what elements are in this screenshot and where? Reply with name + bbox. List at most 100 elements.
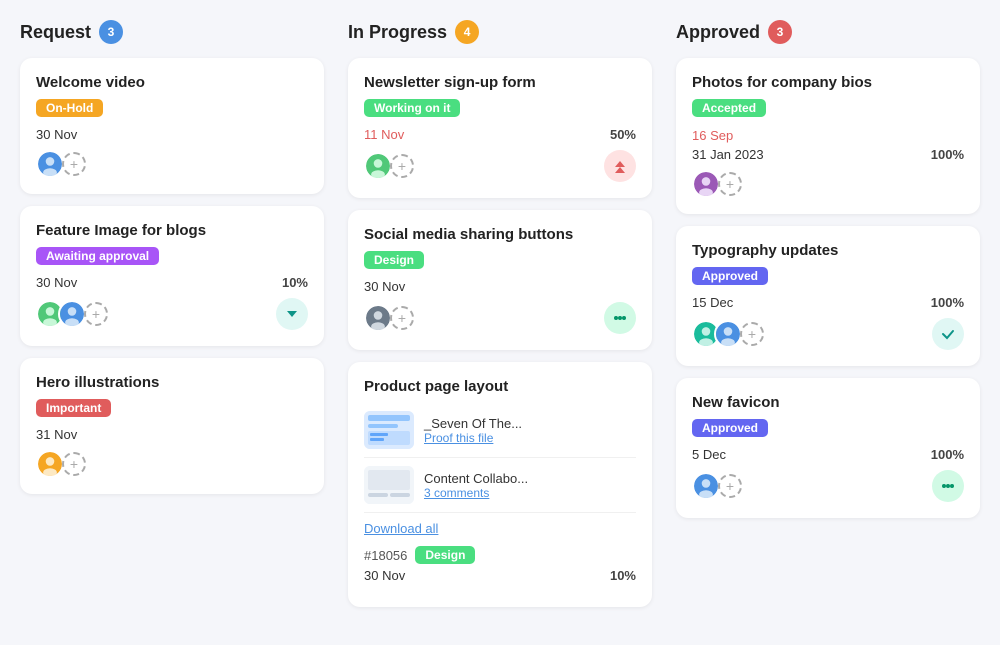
add-avatar-button[interactable]: + <box>62 152 86 176</box>
card-date: 15 Dec <box>692 295 733 310</box>
card-title: Typography updates <box>692 242 964 259</box>
avatars-row: + <box>692 170 964 198</box>
avatars-group: + <box>692 170 742 198</box>
card-date: 30 Nov <box>364 279 405 294</box>
column-header: In Progress 4 <box>348 20 652 44</box>
column-in-progress: In Progress 4 Newsletter sign-up formWor… <box>348 20 652 619</box>
card-hero-illustrations: Hero illustrations Important 31 Nov + <box>20 358 324 494</box>
card-tag: Awaiting approval <box>36 247 159 265</box>
card-title: Newsletter sign-up form <box>364 74 636 91</box>
card-new-favicon: New favicon Approved 5 Dec 100% + <box>676 378 980 518</box>
ticket-tag: Design <box>415 546 475 564</box>
avatars-group: + <box>36 300 108 328</box>
file-thumb <box>364 411 414 449</box>
file-name: Content Collabo... <box>424 471 528 486</box>
add-avatar-button[interactable]: + <box>718 172 742 196</box>
card-typography: Typography updates Approved 15 Dec 100% + <box>676 226 980 366</box>
avatars-row: + <box>364 302 636 334</box>
download-all-link[interactable]: Download all <box>364 521 438 536</box>
avatars-row: + <box>36 150 308 178</box>
date-row: 30 Nov <box>364 279 636 294</box>
avatars-row: + <box>36 450 308 478</box>
card-percent: 100% <box>931 147 964 162</box>
date-row: 11 Nov 50% <box>364 127 636 142</box>
card-title: New favicon <box>692 394 964 411</box>
file-row: _Seven Of The... Proof this file <box>364 403 636 458</box>
kanban-board: Request 3 Welcome videoOn-Hold 30 Nov + … <box>20 20 980 619</box>
avatars-row: + <box>36 298 308 330</box>
card-date: 31 Nov <box>36 427 77 442</box>
card-title: Feature Image for blogs <box>36 222 308 239</box>
card-newsletter-form: Newsletter sign-up formWorking on it 11 … <box>348 58 652 198</box>
card-social-media: Social media sharing buttons Design 30 No… <box>348 210 652 350</box>
column-title: Approved <box>676 22 760 43</box>
ticket-number: #18056 <box>364 548 407 563</box>
card-title: Welcome video <box>36 74 308 91</box>
add-avatar-button[interactable]: + <box>740 322 764 346</box>
card-date: 30 Nov <box>36 127 77 142</box>
add-avatar-button[interactable]: + <box>718 474 742 498</box>
card-date-red: 16 Sep <box>692 128 733 143</box>
avatar <box>364 304 392 332</box>
avatar <box>714 320 742 348</box>
date-row: 15 Dec 100% <box>692 295 964 310</box>
file-thumb <box>364 466 414 504</box>
card-percent: 50% <box>610 127 636 142</box>
card-percent: 100% <box>931 295 964 310</box>
column-badge: 3 <box>99 20 123 44</box>
card-title: Social media sharing buttons <box>364 226 636 243</box>
add-avatar-button[interactable]: + <box>390 306 414 330</box>
avatar <box>58 300 86 328</box>
card-tag: Important <box>36 399 111 417</box>
date-row: 31 Jan 2023 100% <box>692 147 964 162</box>
status-icon <box>932 318 964 350</box>
avatar <box>692 170 720 198</box>
column-title: Request <box>20 22 91 43</box>
avatars-row: + <box>364 150 636 182</box>
card-tag: Accepted <box>692 99 766 117</box>
file-action[interactable]: Proof this file <box>424 431 522 445</box>
status-icon <box>604 302 636 334</box>
column-approved: Approved 3 Photos for company biosAccept… <box>676 20 980 619</box>
status-icon <box>604 150 636 182</box>
card-title: Hero illustrations <box>36 374 308 391</box>
card-product-page: Product page layout _Seven Of The... Pro… <box>348 362 652 607</box>
avatars-group: + <box>692 320 764 348</box>
avatars-group: + <box>36 450 86 478</box>
avatar <box>36 450 64 478</box>
status-icon <box>276 298 308 330</box>
card-tag: Design <box>364 251 424 269</box>
column-header: Request 3 <box>20 20 324 44</box>
card-feature-image: Feature Image for blogs Awaiting approval… <box>20 206 324 346</box>
add-avatar-button[interactable]: + <box>62 452 86 476</box>
card-title: Photos for company bios <box>692 74 964 91</box>
card-date2: 31 Jan 2023 <box>692 147 764 162</box>
status-icon <box>932 470 964 502</box>
file-name: _Seven Of The... <box>424 416 522 431</box>
ticket-row: #18056 Design <box>364 546 636 564</box>
file-action[interactable]: 3 comments <box>424 486 528 500</box>
card-photos-bios: Photos for company bios Accepted 16 Sep 3… <box>676 58 980 214</box>
add-avatar-button[interactable]: + <box>84 302 108 326</box>
card-date: 30 Nov <box>364 568 405 583</box>
card-tag: Approved <box>692 419 768 437</box>
card-percent: 100% <box>931 447 964 462</box>
column-request: Request 3 Welcome videoOn-Hold 30 Nov + … <box>20 20 324 619</box>
card-tag: On-Hold <box>36 99 103 117</box>
add-avatar-button[interactable]: + <box>390 154 414 178</box>
date-row: 5 Dec 100% <box>692 447 964 462</box>
column-title: In Progress <box>348 22 447 43</box>
card-tag: Approved <box>692 267 768 285</box>
card-date: 30 Nov <box>36 275 77 290</box>
file-row: Content Collabo... 3 comments <box>364 458 636 513</box>
card-welcome-video: Welcome video On-Hold 30 Nov + <box>20 58 324 194</box>
card-title: Product page layout <box>364 378 636 395</box>
avatar <box>36 150 64 178</box>
date-row: 30 Nov 10% <box>364 568 636 583</box>
card-date: 11 Nov <box>364 127 404 142</box>
avatars-group: + <box>364 152 414 180</box>
avatars-group: + <box>692 472 742 500</box>
avatar <box>692 472 720 500</box>
avatars-group: + <box>36 150 86 178</box>
avatars-row: + <box>692 470 964 502</box>
